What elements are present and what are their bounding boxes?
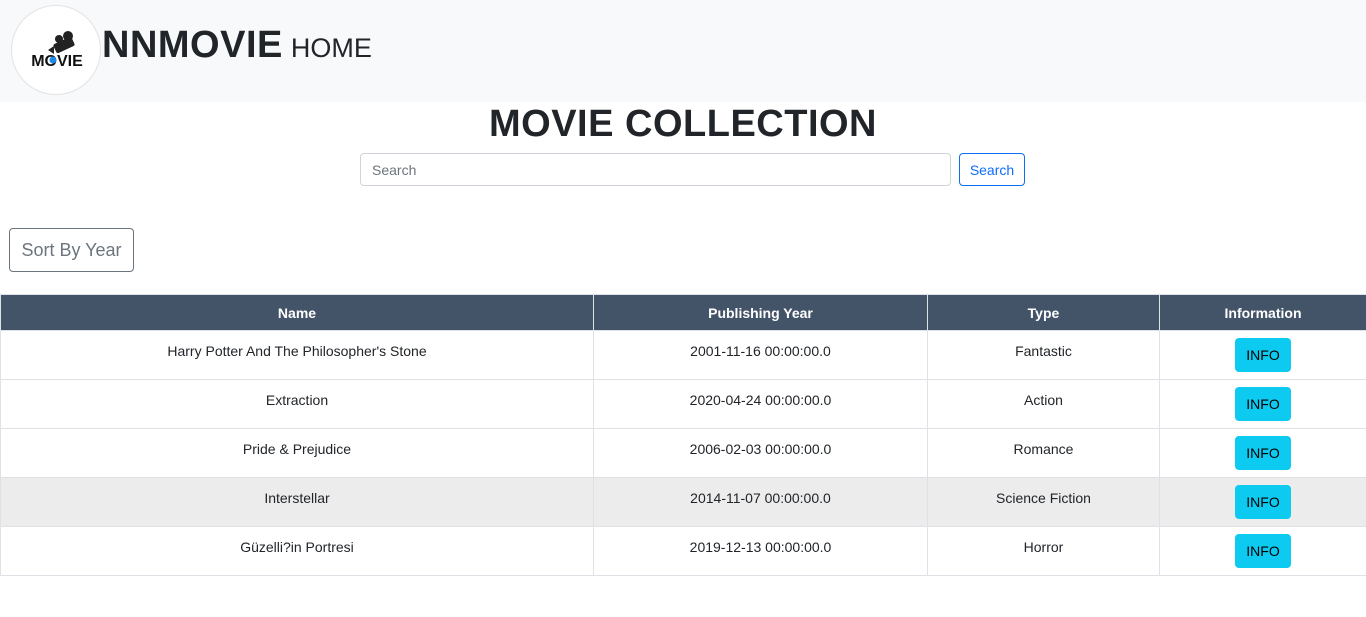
movie-year-cell: 2001-11-16 00:00:00.0 — [593, 330, 928, 380]
movie-type-cell: Science Fiction — [927, 477, 1160, 527]
home-link[interactable]: HOME — [291, 33, 372, 63]
search-input[interactable] — [360, 153, 951, 186]
movie-name-cell: Extraction — [0, 379, 594, 429]
info-button[interactable]: INFO — [1235, 485, 1291, 519]
table-row: Güzelli?in Portresi 2019-12-13 00:00:00.… — [0, 526, 1366, 576]
navbar: MOVIE NNMOVIE HOME — [0, 0, 1366, 102]
movie-info-cell: INFO — [1159, 526, 1366, 576]
movie-type-cell: Action — [927, 379, 1160, 429]
movie-info-cell: INFO — [1159, 330, 1366, 380]
info-button[interactable]: INFO — [1235, 534, 1291, 568]
info-button[interactable]: INFO — [1235, 387, 1291, 421]
movie-year-cell: 2020-04-24 00:00:00.0 — [593, 379, 928, 429]
movie-info-cell: INFO — [1159, 477, 1366, 527]
column-header-year: Publishing Year — [593, 294, 928, 331]
movie-year-cell: 2019-12-13 00:00:00.0 — [593, 526, 928, 576]
table-row: Harry Potter And The Philosopher's Stone… — [0, 330, 1366, 380]
brand[interactable]: NNMOVIE HOME — [102, 24, 372, 74]
table-header-row: Name Publishing Year Type Information — [0, 294, 1366, 331]
movie-name-cell: Harry Potter And The Philosopher's Stone — [0, 330, 594, 380]
logo-icon[interactable]: MOVIE — [11, 5, 101, 95]
movie-year-cell: 2006-02-03 00:00:00.0 — [593, 428, 928, 478]
movie-name-cell: Interstellar — [0, 477, 594, 527]
sort-by-year-button[interactable]: Sort By Year — [9, 228, 134, 272]
movie-camera-logo-icon: MOVIE — [31, 31, 83, 70]
logo-text: MOVIE — [31, 53, 83, 70]
movie-type-cell: Fantastic — [927, 330, 1160, 380]
table-row: Interstellar 2014-11-07 00:00:00.0 Scien… — [0, 477, 1366, 527]
movie-table: Name Publishing Year Type Information Ha… — [0, 294, 1366, 576]
table-row: Extraction 2020-04-24 00:00:00.0 Action … — [0, 379, 1366, 429]
brand-name[interactable]: NNMOVIE — [102, 24, 283, 66]
column-header-type: Type — [927, 294, 1160, 331]
search-button[interactable]: Search — [959, 153, 1025, 186]
column-header-name: Name — [0, 294, 594, 331]
page-title: MOVIE COLLECTION — [489, 103, 877, 145]
movie-info-cell: INFO — [1159, 379, 1366, 429]
column-header-information: Information — [1159, 294, 1366, 331]
movie-info-cell: INFO — [1159, 428, 1366, 478]
movie-type-cell: Romance — [927, 428, 1160, 478]
table-row: Pride & Prejudice 2006-02-03 00:00:00.0 … — [0, 428, 1366, 478]
info-button[interactable]: INFO — [1235, 436, 1291, 470]
info-button[interactable]: INFO — [1235, 338, 1291, 372]
movie-type-cell: Horror — [927, 526, 1160, 576]
movie-name-cell: Güzelli?in Portresi — [0, 526, 594, 576]
movie-year-cell: 2014-11-07 00:00:00.0 — [593, 477, 928, 527]
movie-name-cell: Pride & Prejudice — [0, 428, 594, 478]
